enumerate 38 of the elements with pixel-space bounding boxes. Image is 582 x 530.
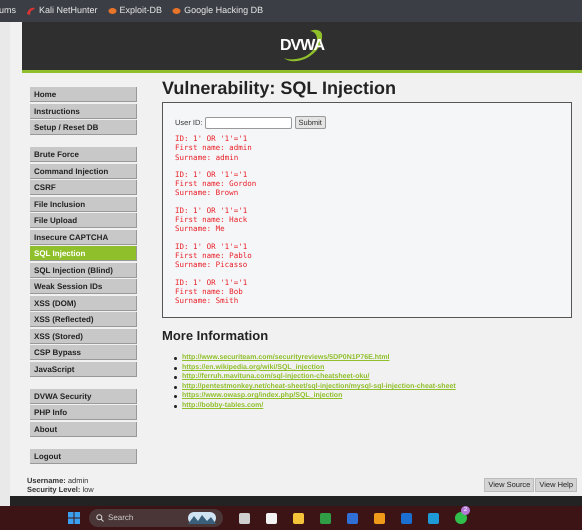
- bullet-icon: [174, 357, 177, 360]
- bookmark-link[interactable]: Kali NetHunter: [26, 4, 98, 18]
- bullet-icon: [174, 395, 177, 398]
- menu-item[interactable]: CSP Bypass: [30, 345, 137, 360]
- bullet-icon: [174, 376, 177, 380]
- search-icon: [96, 514, 104, 522]
- menu-item[interactable]: XSS (Reflected): [30, 312, 137, 327]
- menu-item[interactable]: PHP Info: [30, 405, 137, 420]
- bullet-icon: [174, 366, 177, 370]
- section-heading: More Information: [162, 327, 270, 346]
- menu-item[interactable]: Weak Session IDs: [30, 279, 137, 294]
- page-title: Vulnerability: SQL Injection: [162, 77, 398, 100]
- chat-app-icon[interactable]: [455, 512, 467, 524]
- menu-item[interactable]: JavaScript: [30, 362, 137, 376]
- taskbar-search-field[interactable]: Search: [89, 509, 223, 527]
- menu-item[interactable]: Insecure CAPTCHA: [30, 230, 137, 244]
- menu-item[interactable]: Setup / Reset DB: [30, 120, 137, 135]
- bookmark-link[interactable]: Google Hacking DB: [172, 4, 264, 18]
- menu-item[interactable]: CSRF: [30, 180, 137, 195]
- menu-item[interactable]: File Inclusion: [30, 196, 137, 212]
- menu-item[interactable]: Home: [30, 87, 137, 102]
- menu-item[interactable]: XSS (Stored): [30, 328, 137, 344]
- menu-item[interactable]: XSS (DOM): [30, 296, 137, 310]
- bullet-icon: [174, 386, 177, 389]
- menu-item[interactable]: File Upload: [30, 213, 137, 228]
- windows-start-icon[interactable]: [68, 512, 80, 524]
- dragon-icon: [26, 6, 36, 16]
- menu-item[interactable]: About: [30, 422, 137, 436]
- user-id-input[interactable]: [204, 116, 292, 128]
- menu-item[interactable]: Logout: [30, 448, 137, 464]
- menu-item[interactable]: DVWA Security: [30, 388, 137, 404]
- menu-item[interactable]: SQL Injection (Blind): [30, 262, 137, 278]
- search-placeholder: Search: [108, 512, 134, 524]
- menu-item[interactable]: Brute Force: [30, 147, 137, 162]
- bullet-icon: [174, 404, 177, 408]
- menu-item[interactable]: Command Injection: [30, 164, 137, 178]
- menu-item[interactable]: Instructions: [30, 104, 137, 118]
- bookmark-link[interactable]: Exploit-DB: [108, 4, 162, 18]
